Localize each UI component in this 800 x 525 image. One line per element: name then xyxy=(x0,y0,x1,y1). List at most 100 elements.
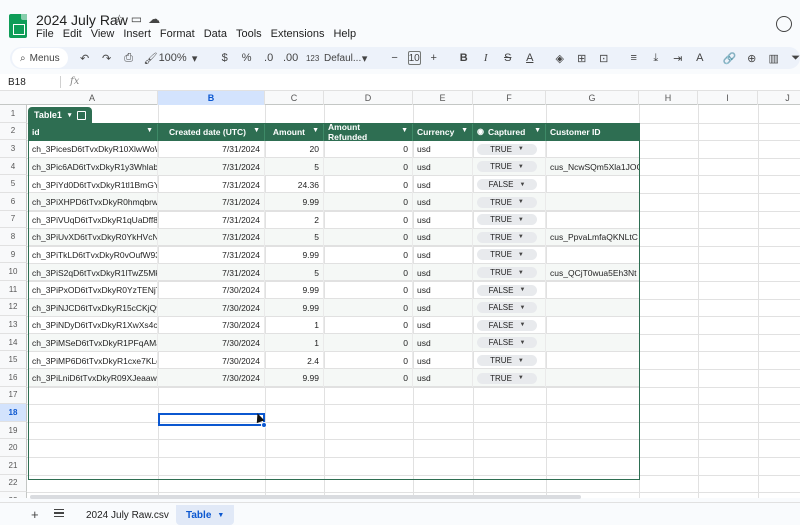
table-cell[interactable]: usd xyxy=(413,369,473,387)
filter-icon[interactable]: ⏷ xyxy=(789,49,800,67)
table-column-header[interactable]: Customer ID xyxy=(546,123,640,141)
table-cell[interactable]: usd xyxy=(413,351,473,370)
column-header-d[interactable]: D xyxy=(324,91,413,105)
table-cell[interactable]: 1 xyxy=(265,334,324,352)
table-cell[interactable]: 7/31/2024 xyxy=(158,140,265,159)
row-header[interactable]: 4 xyxy=(0,157,27,176)
table-cell[interactable]: usd xyxy=(413,316,473,335)
row-header[interactable]: 21 xyxy=(0,457,27,475)
all-sheets-icon[interactable] xyxy=(54,509,64,517)
spreadsheet-grid[interactable]: ABCDEFGHIJ 1 2 3 4 5 6 7 8 9 10 11 12 13 14 15 16 17 18 19… xyxy=(0,91,800,498)
chevron-down-icon[interactable]: ▼ xyxy=(519,340,525,346)
column-header-c[interactable]: C xyxy=(265,91,324,105)
table-cell[interactable]: 0 xyxy=(324,263,413,282)
table-cell[interactable]: TRUE ▼ xyxy=(473,351,546,370)
table-cell[interactable]: 5 xyxy=(265,158,324,176)
menu-data[interactable]: Data xyxy=(204,28,227,40)
menu-format[interactable]: Format xyxy=(160,28,195,40)
captured-dropdown-chip[interactable]: FALSE ▼ xyxy=(477,337,537,349)
version-history-icon[interactable] xyxy=(776,16,792,32)
sheet-tab-raw[interactable]: 2024 July Raw.csv ▼ xyxy=(76,505,192,525)
chevron-down-icon[interactable]: ▼ xyxy=(518,375,524,381)
table-cell[interactable]: TRUE ▼ xyxy=(473,246,546,264)
captured-dropdown-chip[interactable]: TRUE ▼ xyxy=(477,161,537,173)
table-cell[interactable]: TRUE ▼ xyxy=(473,193,546,211)
table-column-header[interactable]: Amount Refunded ▼ xyxy=(324,122,413,142)
table-cell[interactable]: usd xyxy=(413,263,473,282)
increase-font-size-button[interactable]: + xyxy=(427,49,441,67)
decrease-font-size-button[interactable]: − xyxy=(388,49,402,67)
table-cell[interactable]: usd xyxy=(413,158,473,176)
menu-tools[interactable]: Tools xyxy=(236,28,262,40)
chevron-down-icon[interactable]: ▼ xyxy=(518,199,524,205)
row-header[interactable]: 18 xyxy=(0,404,27,422)
borders-icon[interactable]: ⊞ xyxy=(575,49,589,67)
table-cell[interactable]: 7/30/2024 xyxy=(158,281,265,299)
star-icon[interactable]: ☆ xyxy=(114,12,125,26)
strikethrough-icon[interactable]: S xyxy=(501,49,515,67)
table-cell[interactable]: 5 xyxy=(265,263,324,282)
table-cell[interactable] xyxy=(546,175,640,194)
row-header[interactable]: 12 xyxy=(0,298,27,317)
column-menu-icon[interactable]: ▼ xyxy=(146,127,153,134)
column-menu-icon[interactable]: ▼ xyxy=(401,127,408,134)
row-header[interactable]: 14 xyxy=(0,333,27,352)
captured-dropdown-chip[interactable]: TRUE ▼ xyxy=(477,355,537,367)
table-cell[interactable]: 0 xyxy=(324,281,413,299)
table-column-header[interactable]: Amount ▼ xyxy=(265,123,324,141)
table-cell[interactable]: usd xyxy=(413,281,473,299)
column-menu-icon[interactable]: ▼ xyxy=(312,127,319,134)
table-cell[interactable]: ch_3Pic6AD6tTvxDkyR1y3Whlab xyxy=(28,158,158,176)
table-cell[interactable]: 7/30/2024 xyxy=(158,351,265,370)
row-header[interactable]: 8 xyxy=(0,228,27,246)
menu-extensions[interactable]: Extensions xyxy=(271,28,325,40)
table-cell[interactable] xyxy=(546,351,640,370)
chevron-down-icon[interactable]: ▼ xyxy=(519,287,525,293)
column-header-h[interactable]: H xyxy=(639,91,698,105)
table-cell[interactable]: 20 xyxy=(265,140,324,159)
chevron-down-icon[interactable]: ▾ xyxy=(188,49,202,67)
fill-handle[interactable] xyxy=(261,422,267,428)
row-header[interactable]: 23 xyxy=(0,492,27,498)
column-menu-icon[interactable]: ▼ xyxy=(461,127,468,134)
menu-edit[interactable]: Edit xyxy=(63,28,82,40)
table-cell[interactable]: 0 xyxy=(324,228,413,247)
table-cell[interactable]: 7/31/2024 xyxy=(158,175,265,194)
column-header-g[interactable]: G xyxy=(546,91,639,105)
menu-help[interactable]: Help xyxy=(333,28,356,40)
text-wrap-icon[interactable]: ⇥ xyxy=(671,49,685,67)
table-cell[interactable]: ch_3PiUvXD6tTvxDkyR0YkHVcNL xyxy=(28,228,158,247)
table-cell[interactable]: TRUE ▼ xyxy=(473,210,546,229)
table-cell[interactable]: TRUE ▼ xyxy=(473,263,546,282)
text-rotation-icon[interactable]: A xyxy=(693,49,707,67)
row-header[interactable]: 22 xyxy=(0,474,27,493)
font-select[interactable]: Defaul... xyxy=(324,49,361,67)
move-folder-icon[interactable]: ▭ xyxy=(131,12,142,26)
captured-dropdown-chip[interactable]: TRUE ▼ xyxy=(477,214,537,226)
table-column-header[interactable]: ◉ Captured ▼ xyxy=(473,123,546,141)
insert-chart-icon[interactable]: ▥ xyxy=(767,49,781,67)
table-cell[interactable] xyxy=(546,298,640,317)
chevron-down-icon[interactable]: ▾ xyxy=(68,111,72,119)
table-cell[interactable]: ch_3PiS2qD6tTvxDkyR1lTwZ5Mk xyxy=(28,263,158,282)
table-cell[interactable]: 9.99 xyxy=(265,298,324,317)
chevron-down-icon[interactable]: ▼ xyxy=(518,252,524,258)
chevron-down-icon[interactable]: ▼ xyxy=(518,270,524,276)
captured-dropdown-chip[interactable]: TRUE ▼ xyxy=(477,196,537,208)
table-cell[interactable]: 9.99 xyxy=(265,281,324,299)
table-cell[interactable]: 2.4 xyxy=(265,351,324,370)
row-header[interactable]: 5 xyxy=(0,175,27,193)
selected-cell[interactable] xyxy=(158,413,267,428)
column-menu-icon[interactable]: ▼ xyxy=(253,127,260,134)
table-view-icon[interactable] xyxy=(77,110,87,120)
bold-icon[interactable]: B xyxy=(457,49,471,67)
table-cell[interactable]: 7/31/2024 xyxy=(158,228,265,247)
table-cell[interactable]: 1 xyxy=(265,316,324,335)
column-header-f[interactable]: F xyxy=(473,91,546,105)
table-cell[interactable]: usd xyxy=(413,193,473,211)
captured-dropdown-chip[interactable]: FALSE ▼ xyxy=(477,179,537,191)
table-cell[interactable]: usd xyxy=(413,228,473,247)
table-column-header[interactable]: id ▼ xyxy=(28,123,158,141)
column-menu-icon[interactable]: ▼ xyxy=(534,127,541,134)
table-cell[interactable]: FALSE ▼ xyxy=(473,281,546,299)
